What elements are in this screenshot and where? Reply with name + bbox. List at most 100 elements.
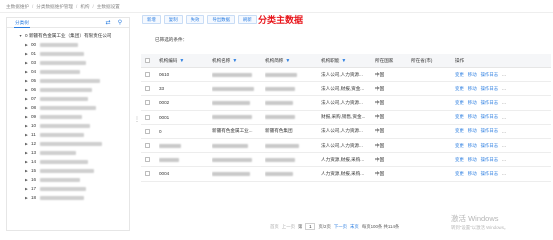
move-link[interactable]: 移动 <box>468 100 477 106</box>
more-link[interactable]: ... <box>502 143 506 148</box>
table-row[interactable]: 0610 法人公司,人力资源... 中国 变更 移动 操作日志... <box>141 68 551 83</box>
tree-node[interactable]: ▶ 15 <box>7 166 129 175</box>
tree-node[interactable]: ▶ 01 <box>7 49 129 58</box>
more-link[interactable]: ... <box>502 72 506 77</box>
row-checkbox[interactable] <box>145 86 150 92</box>
more-link[interactable]: ... <box>502 129 506 134</box>
caret-right-icon[interactable]: ▶ <box>24 61 29 65</box>
change-link[interactable]: 变更 <box>455 128 464 134</box>
row-checkbox[interactable] <box>145 171 150 177</box>
tree-node[interactable]: ▶ 03 <box>7 58 129 67</box>
caret-right-icon[interactable]: ▶ <box>24 187 29 191</box>
caret-right-icon[interactable]: ▶ <box>24 142 29 146</box>
refresh-button[interactable]: 刷新 <box>237 15 257 24</box>
table-row[interactable]: 法人公司,人力资源... 中国 变更 移动 操作日志... <box>141 139 551 154</box>
operation-log-link[interactable]: 操作日志 <box>481 143 499 149</box>
export-data-button[interactable]: 导出数据 <box>207 15 235 24</box>
tree-node[interactable]: ▶ 07 <box>7 94 129 103</box>
tree-node[interactable]: ▶ 12 <box>7 139 129 148</box>
tree-node[interactable]: ▶ 14 <box>7 157 129 166</box>
table-row[interactable]: 0001 财报,采购,销售,资金... 中国 变更 移动 操作日志... <box>141 111 551 125</box>
caret-right-icon[interactable]: ▶ <box>24 106 29 110</box>
change-link[interactable]: 变更 <box>455 72 464 78</box>
more-link[interactable]: ... <box>502 100 506 105</box>
more-link[interactable]: ... <box>502 157 506 162</box>
caret-down-icon[interactable]: ▼ <box>18 34 23 38</box>
move-link[interactable]: 移动 <box>468 72 477 78</box>
tree-node[interactable]: ▶ 11 <box>7 130 129 139</box>
change-link[interactable]: 变更 <box>455 86 464 92</box>
operation-log-link[interactable]: 操作日志 <box>481 157 499 163</box>
caret-right-icon[interactable]: ▶ <box>24 196 29 200</box>
caret-right-icon[interactable]: ▶ <box>24 88 29 92</box>
tree-root-node[interactable]: ▼ 0 新疆有色金属工业（集团）有限责任公司 <box>7 31 129 40</box>
change-link[interactable]: 变更 <box>455 100 464 106</box>
breadcrumb-item[interactable]: 机构 <box>80 4 89 10</box>
last-page-link[interactable]: 末页 <box>350 224 359 230</box>
table-row[interactable]: 33 法人公司,财报,资金... 中国 变更 移动 操作日志... <box>141 82 551 97</box>
caret-right-icon[interactable]: ▶ <box>24 169 29 173</box>
filter-icon[interactable]: ▼ <box>179 58 184 64</box>
tree-node[interactable]: ▶ 04 <box>7 67 129 76</box>
caret-right-icon[interactable]: ▶ <box>24 79 29 83</box>
change-link[interactable]: 变更 <box>455 171 464 177</box>
operation-log-link[interactable]: 操作日志 <box>481 128 499 134</box>
change-link[interactable]: 变更 <box>455 114 464 120</box>
row-checkbox[interactable] <box>145 157 150 163</box>
move-link[interactable]: 移动 <box>468 171 477 177</box>
operation-log-link[interactable]: 操作日志 <box>481 100 499 106</box>
invalidate-button[interactable]: 失效 <box>185 15 205 24</box>
caret-right-icon[interactable]: ▶ <box>24 115 29 119</box>
filter-icon[interactable]: ▼ <box>341 58 346 64</box>
row-checkbox[interactable] <box>145 100 150 106</box>
move-link[interactable]: 移动 <box>468 86 477 92</box>
move-link[interactable]: 移动 <box>468 157 477 163</box>
tree-node[interactable]: ▶ 05 <box>7 76 129 85</box>
select-all-checkbox[interactable] <box>145 58 150 63</box>
tree-node[interactable]: ▶ 18 <box>7 193 129 202</box>
tree-node[interactable]: ▶ 06 <box>7 85 129 94</box>
table-row[interactable]: 0002 法人公司,人力资源... 中国 变更 移动 操作日志... <box>141 96 551 111</box>
filter-icon[interactable]: ▼ <box>232 58 237 64</box>
add-button[interactable]: 新增 <box>142 15 161 24</box>
tree-node[interactable]: ▶ 10 <box>7 121 129 130</box>
table-row[interactable]: 0004 人力资源,财报,采购... 中国 变更 移动 操作日志... <box>141 167 551 182</box>
operation-log-link[interactable]: 操作日志 <box>481 72 499 78</box>
next-page-link[interactable]: 下一页 <box>334 224 347 230</box>
caret-right-icon[interactable]: ▶ <box>24 133 29 137</box>
tree-node[interactable]: ▶ 16 <box>7 175 129 184</box>
copy-button[interactable]: 复制 <box>163 15 183 24</box>
breadcrumb-item[interactable]: 分类数据维护管理 <box>36 4 73 10</box>
row-checkbox[interactable] <box>145 72 150 78</box>
caret-right-icon[interactable]: ▶ <box>24 97 29 101</box>
panel-resize-handle[interactable]: ⋮ <box>134 110 140 128</box>
change-link[interactable]: 变更 <box>455 143 464 149</box>
page-number-input[interactable]: 1 <box>305 223 316 230</box>
operation-log-link[interactable]: 操作日志 <box>481 114 499 120</box>
table-row[interactable]: 0 新疆有色金属工业... 新疆有色集团 法人公司,人力资源... 中国 变更 移动 操作日志… <box>141 125 551 139</box>
more-link[interactable]: ... <box>502 171 506 176</box>
more-link[interactable]: ... <box>502 115 506 120</box>
move-link[interactable]: 移动 <box>468 128 477 134</box>
caret-right-icon[interactable]: ▶ <box>24 178 29 182</box>
search-icon[interactable]: ⚲ <box>116 19 124 27</box>
operation-log-link[interactable]: 操作日志 <box>481 86 499 92</box>
more-link[interactable]: ... <box>502 86 506 91</box>
operation-log-link[interactable]: 操作日志 <box>481 171 499 177</box>
row-checkbox[interactable] <box>145 114 150 120</box>
filter-icon[interactable]: ▼ <box>285 58 290 64</box>
caret-right-icon[interactable]: ▶ <box>24 52 29 56</box>
first-page-link[interactable]: 首页 <box>270 224 279 230</box>
tree-node[interactable]: ▶ 17 <box>7 184 129 193</box>
tree-node[interactable]: ▶ 09 <box>7 112 129 121</box>
prev-page-link[interactable]: 上一页 <box>282 224 295 230</box>
caret-right-icon[interactable]: ▶ <box>24 70 29 74</box>
row-checkbox[interactable] <box>145 128 150 134</box>
breadcrumb-item[interactable]: 主数据维护 <box>6 4 29 10</box>
caret-right-icon[interactable]: ▶ <box>24 160 29 164</box>
swap-icon[interactable]: ⇄ <box>104 19 112 27</box>
tab-classification-tree[interactable]: 分类树 <box>14 18 30 28</box>
caret-right-icon[interactable]: ▶ <box>24 124 29 128</box>
caret-right-icon[interactable]: ▶ <box>24 151 29 155</box>
tree-node[interactable]: ▶ 00 <box>7 40 129 49</box>
